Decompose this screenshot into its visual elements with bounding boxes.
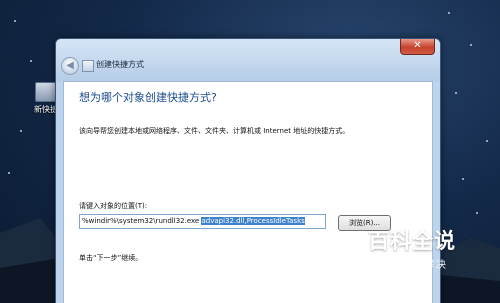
shortcut-wizard-icon xyxy=(82,60,94,72)
next-step-hint: 单击“下一步”继续。 xyxy=(79,254,143,262)
star xyxy=(14,20,16,22)
location-label: 请键入对象的位置(T): xyxy=(79,202,148,210)
page-heading: 想为哪个对象创建快捷方式? xyxy=(79,91,217,104)
star xyxy=(455,92,457,94)
star xyxy=(30,60,32,62)
description-text: 该向导帮您创建本地或网络程序、文件、文件夹、计算机或 Internet 地址的快… xyxy=(79,127,350,135)
computer-icon xyxy=(35,82,57,102)
title-bar: ✕ ◀ 创建快捷方式 xyxy=(56,39,440,81)
window-title: 创建快捷方式 xyxy=(96,60,144,69)
star xyxy=(486,140,488,142)
watermark-title: 百科全说 xyxy=(368,229,456,253)
location-text-selected: advapi32.dll,ProcessIdleTasks xyxy=(201,217,305,225)
location-text-prefix: %windir%\system32\rundll32.exe xyxy=(82,217,202,225)
watermark-logo: 百科全说 助你轻松解决 xyxy=(362,228,462,272)
star xyxy=(470,44,472,46)
watermark-subtitle: 助你轻松解决 xyxy=(376,260,448,271)
star xyxy=(448,12,450,14)
desktop-background: 新快捷 ✕ ◀ 创建快捷方式 想为哪个对象创建快捷方式? 该向导帮您创建本地或网… xyxy=(0,0,500,303)
location-input[interactable]: %windir%\system32\rundll32.exe advapi32.… xyxy=(79,214,326,229)
close-button[interactable]: ✕ xyxy=(400,39,435,55)
back-arrow-icon[interactable]: ◀ xyxy=(61,57,79,75)
star xyxy=(20,130,22,132)
